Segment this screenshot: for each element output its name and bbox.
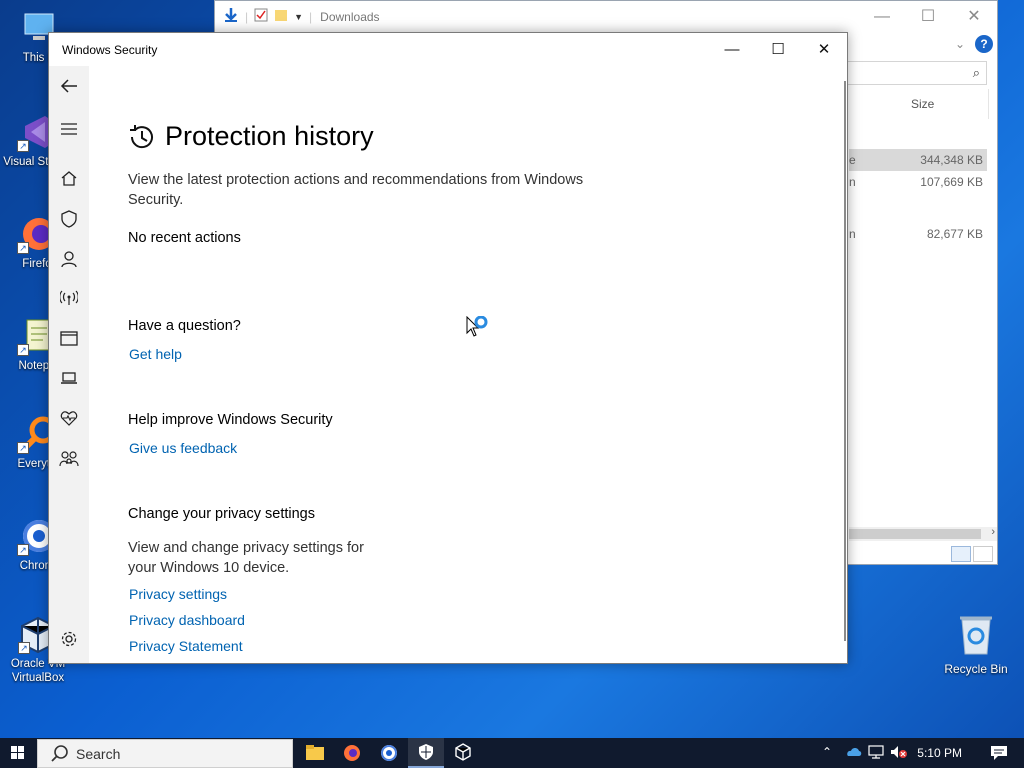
close-button[interactable]: ✕ (951, 1, 997, 32)
back-button[interactable] (49, 70, 89, 102)
page-title: Protection history (127, 121, 374, 152)
maximize-button[interactable]: ☐ (755, 33, 801, 66)
horizontal-scrollbar[interactable]: › (849, 526, 997, 541)
notification-center-icon[interactable] (990, 745, 1008, 764)
minimize-button[interactable]: — (859, 1, 905, 32)
shield-icon (61, 210, 77, 228)
privacy-heading: Change your privacy settings (128, 506, 315, 522)
no-recent-actions: No recent actions (128, 230, 241, 246)
volume-muted-icon[interactable] (890, 745, 908, 762)
menu-button[interactable] (49, 114, 89, 146)
help-icon[interactable]: ? (975, 35, 993, 53)
search-icon: ⌕ (972, 65, 980, 80)
back-arrow-icon (60, 79, 77, 93)
firefox-icon (344, 745, 360, 761)
give-feedback-link[interactable]: Give us feedback (129, 440, 237, 456)
recycle-bin-label: Recycle Bin (944, 662, 1008, 676)
privacy-settings-link[interactable]: Privacy settings (129, 586, 227, 602)
details-view-button[interactable] (951, 546, 971, 562)
question-heading: Have a question? (128, 318, 241, 334)
window-title: Windows Security (62, 43, 158, 57)
taskbar-windows-security[interactable] (408, 738, 444, 768)
folder-icon[interactable] (274, 8, 288, 25)
start-button[interactable] (0, 738, 36, 768)
sidebar-item-device-health[interactable] (49, 402, 89, 434)
laptop-icon (61, 372, 77, 384)
sidebar-item-home[interactable] (49, 162, 89, 194)
maximize-button[interactable]: ☐ (905, 1, 951, 32)
browser-window-icon (60, 331, 78, 346)
privacy-description: View and change privacy settings for you… (128, 540, 364, 576)
clock[interactable]: 5:10 PM (917, 746, 962, 760)
history-clock-icon (130, 124, 153, 148)
taskbar-chrome[interactable] (371, 738, 407, 768)
privacy-dashboard-link[interactable]: Privacy dashboard (129, 612, 245, 628)
family-icon (59, 451, 79, 467)
person-icon (61, 251, 77, 268)
close-button[interactable]: ✕ (801, 33, 847, 66)
sidebar-item-settings[interactable] (49, 622, 89, 654)
sidebar-item-family-options[interactable] (49, 442, 89, 474)
file-row[interactable]: e 344,348 KB (849, 149, 987, 171)
large-icons-view-button[interactable] (973, 546, 993, 562)
explorer-title: Downloads (320, 9, 380, 24)
home-icon (61, 171, 77, 186)
hamburger-icon (61, 123, 77, 135)
windows-security-window[interactable]: Windows Security — ☐ ✕ Protection histor… (48, 32, 848, 664)
taskbar-search-input[interactable]: Search (37, 739, 293, 768)
vertical-scrollbar[interactable] (844, 81, 846, 641)
gear-icon (61, 631, 77, 647)
chevron-right-icon[interactable]: › (991, 526, 995, 538)
search-input[interactable]: ⌕ (845, 61, 987, 85)
improve-heading: Help improve Windows Security (128, 412, 333, 428)
taskbar: Search ⌃ 5:10 PM (0, 738, 1024, 768)
folder-icon (306, 745, 324, 760)
shield-icon (419, 744, 433, 760)
windows-logo-icon (11, 746, 24, 759)
chevron-up-icon[interactable]: ⌃ (822, 745, 832, 759)
get-help-link[interactable]: Get help (129, 346, 182, 362)
file-row[interactable]: n 107,669 KB (849, 171, 987, 193)
network-icon[interactable] (868, 745, 884, 762)
intro-text: View the latest protection actions and r… (128, 172, 584, 208)
file-row[interactable]: n 82,677 KB (849, 223, 987, 245)
taskbar-file-explorer[interactable] (297, 738, 333, 768)
chevron-down-icon[interactable]: ⌄ (955, 37, 965, 51)
minimize-button[interactable]: — (709, 33, 755, 66)
heart-pulse-icon (60, 411, 78, 426)
onedrive-cloud-icon[interactable] (844, 745, 862, 760)
antenna-icon (59, 290, 79, 305)
chrome-icon (381, 745, 397, 761)
privacy-statement-link[interactable]: Privacy Statement (129, 638, 243, 654)
taskbar-virtualbox[interactable] (445, 738, 481, 768)
search-icon (51, 745, 68, 762)
system-tray: ⌃ 5:10 PM (814, 738, 1024, 768)
main-content: Protection history View the latest prote… (89, 66, 847, 663)
busy-cursor-icon (466, 315, 492, 345)
download-arrow-icon (223, 7, 239, 26)
recycle-bin-icon (956, 612, 996, 656)
window-titlebar: Windows Security — ☐ ✕ (49, 33, 847, 66)
desktop-icon-recycle-bin[interactable]: Recycle Bin (940, 612, 1012, 676)
sidebar-item-device-security[interactable] (49, 362, 89, 394)
cube-icon (455, 743, 471, 761)
sidebar-item-account-protection[interactable] (49, 242, 89, 274)
sidebar-item-virus-protection[interactable] (49, 202, 89, 234)
properties-icon[interactable] (254, 8, 268, 25)
column-header-size[interactable]: Size (849, 89, 989, 119)
chevron-down-icon[interactable]: ▼ (294, 12, 303, 22)
desktop: This P ↗ Visual St 201 ↗ Firefo ↗ Notepa… (0, 0, 1024, 738)
sidebar-item-app-browser-control[interactable] (49, 322, 89, 354)
taskbar-firefox[interactable] (334, 738, 370, 768)
sidebar-item-firewall[interactable] (49, 282, 89, 314)
sidebar (49, 66, 89, 663)
